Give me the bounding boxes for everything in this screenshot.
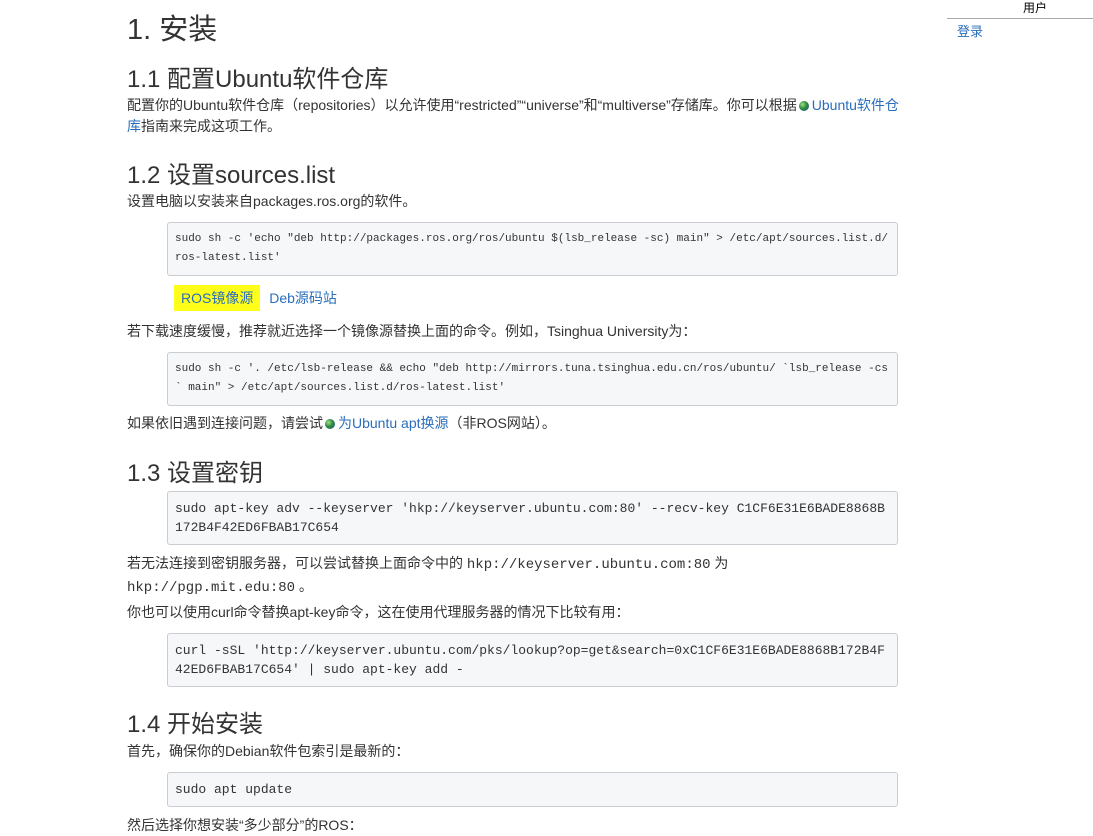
section-title-start-install: 1.4 开始安装 (127, 711, 264, 738)
alt-text-c: 。 (295, 578, 313, 594)
mirror-command-block[interactable]: sudo sh -c '. /etc/lsb-release && echo "… (167, 352, 898, 406)
code-line: 172B4F42ED6FBAB17C654 (175, 520, 339, 535)
section-title-configure-repo: 1.1 配置Ubuntu软件仓库 (127, 66, 389, 93)
code-line: sudo apt update (175, 782, 293, 797)
ubuntu-apt-mirror-link[interactable]: 为Ubuntu apt换源 (338, 415, 449, 431)
curl-text: 你也可以使用curl命令替换apt-key命令，这在使用代理服务器的情况下比较有… (127, 604, 630, 620)
configure-repo-text-b: 指南来完成这项工作。 (141, 118, 281, 134)
section-title-sources-list: 1.2 设置sources.list (127, 162, 336, 189)
alt-text-a: 若无法连接到密钥服务器，可以尝试替换上面命令中的 (127, 555, 467, 571)
globe-icon (798, 101, 809, 111)
configure-repo-text-a: 配置你的Ubuntu软件仓库（repositories）以允许使用“restri… (127, 97, 797, 113)
tab-deb-source[interactable]: Deb源码站 (264, 285, 342, 311)
code-line: sudo sh -c '. /etc/lsb-release && echo "… (175, 363, 888, 375)
mirror-text: 若下载速度缓慢，推荐就近选择一个镜像源替换上面的命令。例如，Tsinghua U… (127, 323, 697, 339)
code-line: sudo sh -c 'echo "deb http://packages.ro… (175, 233, 888, 245)
user-sidebar: 用户 登录 (947, 0, 1093, 40)
code-line: 42ED6FBAB17C654' | sudo apt-key add - (175, 662, 464, 677)
apt-key-command-block[interactable]: sudo apt-key adv --keyserver 'hkp://keys… (167, 491, 898, 545)
code-line: sudo apt-key adv --keyserver 'hkp://keys… (175, 501, 885, 516)
code-line: ros-latest.list' (175, 252, 281, 264)
code-line: curl -sSL 'http://keyserver.ubuntu.com/p… (175, 643, 885, 658)
section-title-keys: 1.3 设置密钥 (127, 460, 264, 487)
inline-code-pgp: hkp://pgp.mit.edu:80 (127, 580, 296, 596)
inline-code-keyserver: hkp://keyserver.ubuntu.com:80 (466, 557, 711, 573)
globe-icon (325, 419, 335, 429)
problem-text-b: （非ROS网站）。 (448, 415, 556, 431)
source-tabs: ROS镜像源 Deb源码站 (174, 285, 342, 311)
code-line: ` main" > /etc/apt/sources.list.d/ros-la… (175, 382, 506, 394)
keyserver-alt-text: 若无法连接到密钥服务器，可以尝试替换上面命令中的 hkp://keyserver… (127, 553, 899, 599)
update-intro: 首先，确保你的Debian软件包索引是最新的： (127, 743, 410, 759)
login-link[interactable]: 登录 (947, 19, 1093, 40)
connection-problem-text: 如果依旧遇到连接问题，请尝试 为Ubuntu apt换源（非ROS网站）。 (127, 413, 899, 434)
apt-update-command-block[interactable]: sudo apt update (167, 772, 898, 807)
sources-command-block[interactable]: sudo sh -c 'echo "deb http://packages.ro… (167, 222, 898, 276)
problem-text-a: 如果依旧遇到连接问题，请尝试 (127, 415, 323, 431)
choose-install-text: 然后选择你想安装“多少部分”的ROS： (127, 817, 363, 833)
sources-intro: 设置电脑以安装来自packages.ros.org的软件。 (127, 193, 417, 209)
user-header: 用户 (947, 0, 1093, 19)
configure-repo-text: 配置你的Ubuntu软件仓库（repositories）以允许使用“restri… (127, 95, 899, 137)
section-title-install: 1. 安装 (127, 14, 218, 46)
tab-ros-mirror[interactable]: ROS镜像源 (174, 285, 261, 311)
curl-command-block[interactable]: curl -sSL 'http://keyserver.ubuntu.com/p… (167, 633, 898, 687)
alt-text-b: 为 (710, 555, 729, 571)
